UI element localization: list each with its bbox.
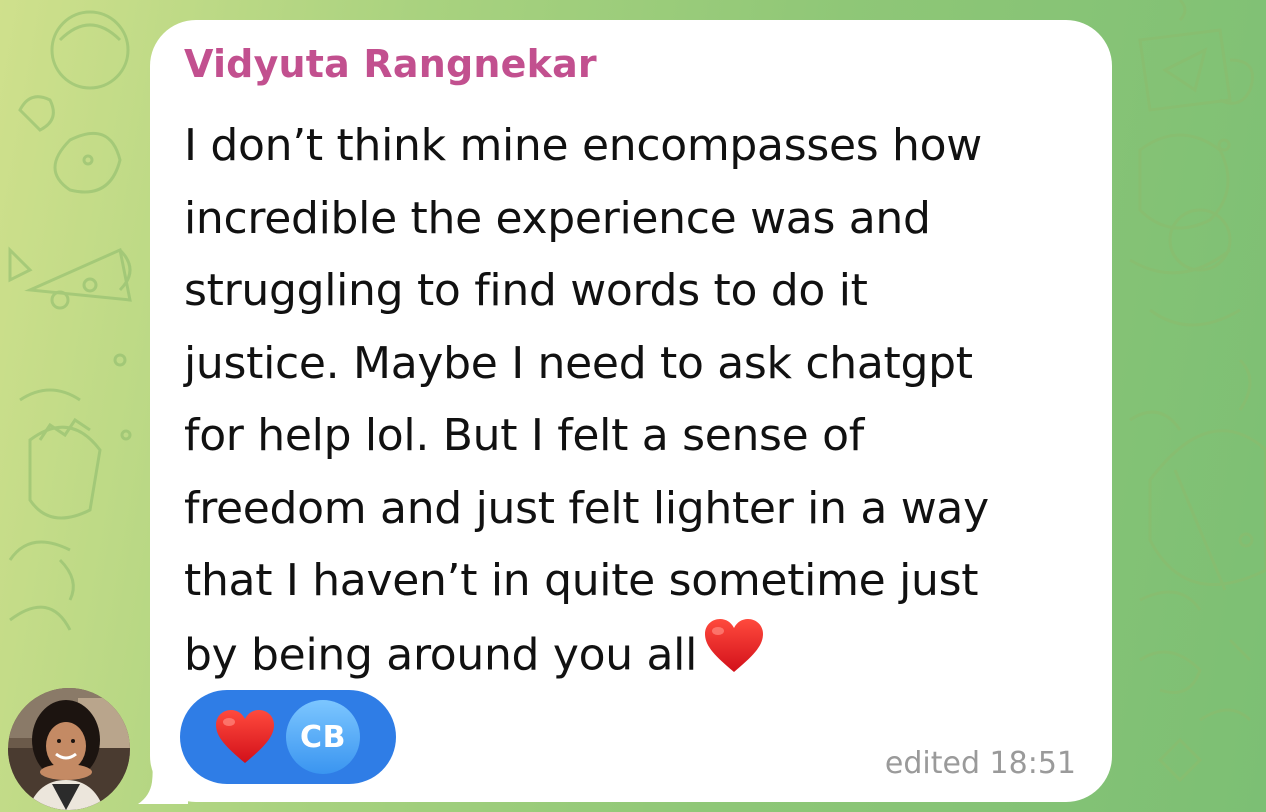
- message-bubble[interactable]: Vidyuta Rangnekar I don’t think mine enc…: [150, 20, 1112, 802]
- message-meta: edited 18:51: [884, 746, 1076, 781]
- message-text-container: I don’t think mine encompasses how incre…: [184, 110, 1084, 696]
- sender-avatar-photo: [8, 688, 130, 810]
- reactor-avatar: CB: [286, 700, 360, 774]
- sender-name[interactable]: Vidyuta Rangnekar: [184, 42, 597, 86]
- reaction-heart-icon: [214, 706, 276, 768]
- reaction-pill[interactable]: CB: [180, 690, 396, 784]
- red-heart-emoji-icon: [703, 618, 765, 697]
- message-text: I don’t think mine encompasses how incre…: [184, 120, 989, 680]
- reactor-initials: CB: [300, 719, 346, 755]
- sender-avatar[interactable]: [8, 688, 130, 810]
